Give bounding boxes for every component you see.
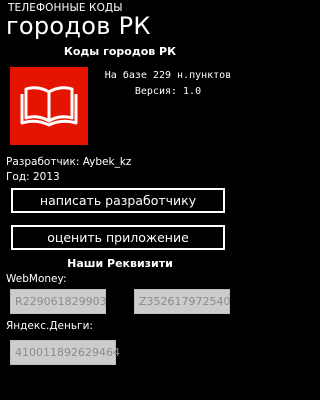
base-info: На базе 229 н.пунктов — [104, 70, 232, 81]
webmoney-z-field[interactable]: Z352617972540 — [134, 289, 231, 314]
about-heading: Коды городов РК — [63, 45, 177, 58]
contact-developer-label: написать разработчику — [39, 193, 197, 208]
version-info: Версия: 1.0 — [134, 86, 202, 97]
details-heading: Наши Реквизити — [67, 257, 173, 270]
rate-app-label: оценить приложение — [47, 230, 189, 245]
year-line: Год: 2013 — [6, 171, 60, 183]
webmoney-r-field[interactable]: R229061829903 — [10, 289, 107, 314]
rate-app-button[interactable]: оценить приложение — [11, 225, 225, 250]
developer-line: Разработчик: Aybek_kz — [6, 156, 132, 168]
webmoney-label: WebMoney: — [6, 273, 67, 285]
yandex-money-label: Яндекс.Деньги: — [6, 320, 93, 332]
app-logo — [10, 67, 88, 145]
page-title: городов РК — [6, 12, 151, 40]
book-icon — [20, 86, 78, 127]
yandex-money-field[interactable]: 410011892629464 — [10, 340, 120, 365]
contact-developer-button[interactable]: написать разработчику — [11, 188, 225, 213]
